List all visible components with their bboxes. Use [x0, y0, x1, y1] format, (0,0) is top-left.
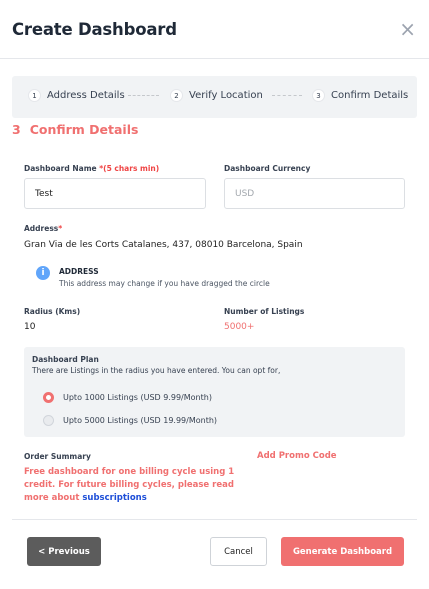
- generate-dashboard-button[interactable]: Generate Dashboard: [281, 537, 404, 566]
- address-label: Address*: [24, 224, 62, 233]
- step-verify-location: 2 Verify Location: [170, 89, 263, 102]
- radio-unselected-icon[interactable]: [43, 415, 54, 426]
- dashboard-name-label: Dashboard Name *(5 chars min): [24, 164, 159, 173]
- address-label-text: Address: [24, 224, 59, 233]
- plan-option-label: Upto 5000 Listings (USD 19.99/Month): [63, 416, 218, 425]
- step-label: Address Details: [47, 90, 125, 101]
- radius-label: Radius (Kms): [24, 307, 81, 316]
- order-summary-label: Order Summary: [24, 452, 91, 461]
- listings-value: 5000+: [224, 322, 255, 332]
- step-connector: [272, 95, 302, 96]
- step-number: 1: [28, 89, 41, 102]
- section-number: 3: [12, 122, 21, 137]
- dashboard-currency-input[interactable]: USD: [224, 178, 405, 209]
- dashboard-name-input[interactable]: Test: [24, 178, 206, 209]
- footer-divider: [12, 519, 417, 520]
- step-label: Confirm Details: [331, 90, 409, 101]
- modal-title: Create Dashboard: [12, 20, 177, 39]
- header-divider: [0, 58, 429, 59]
- required-marker: *: [58, 224, 63, 233]
- dashboard-plan-panel: Dashboard Plan There are Listings in the…: [24, 347, 405, 437]
- step-connector: [128, 95, 159, 96]
- info-title: ADDRESS: [59, 267, 99, 276]
- subscriptions-link[interactable]: subscriptions: [82, 493, 146, 503]
- cancel-button[interactable]: Cancel: [210, 537, 267, 566]
- stepper: 1 Address Details 2 Verify Location 3 Co…: [12, 76, 417, 118]
- plan-option-5000[interactable]: Upto 5000 Listings (USD 19.99/Month): [43, 415, 217, 426]
- plan-description: There are Listings in the radius you hav…: [32, 366, 281, 375]
- step-label: Verify Location: [189, 90, 263, 101]
- step-number: 3: [312, 89, 325, 102]
- previous-button[interactable]: < Previous: [27, 537, 101, 566]
- step-confirm-details: 3 Confirm Details: [312, 89, 408, 102]
- radio-selected-icon[interactable]: [43, 392, 54, 403]
- required-marker: *(5 chars min): [99, 164, 160, 173]
- info-icon: i: [36, 266, 50, 280]
- plan-option-1000[interactable]: Upto 1000 Listings (USD 9.99/Month): [43, 392, 212, 403]
- section-title-text: Confirm Details: [29, 122, 139, 137]
- step-address-details: 1 Address Details: [28, 89, 125, 102]
- radius-value: 10: [24, 322, 36, 332]
- address-value: Gran Via de les Corts Catalanes, 437, 08…: [24, 240, 303, 250]
- plan-title: Dashboard Plan: [32, 355, 99, 364]
- close-icon[interactable]: ×: [399, 19, 416, 39]
- section-title: 3 Confirm Details: [12, 122, 138, 137]
- listings-label: Number of Listings: [224, 307, 305, 316]
- info-text: This address may change if you have drag…: [59, 279, 270, 288]
- dashboard-currency-label: Dashboard Currency: [224, 164, 311, 173]
- free-dashboard-text: Free dashboard for one billing cycle usi…: [24, 466, 259, 505]
- create-dashboard-modal: Create Dashboard × 1 Address Details 2 V…: [0, 0, 429, 589]
- plan-option-label: Upto 1000 Listings (USD 9.99/Month): [63, 393, 212, 402]
- add-promo-code-link[interactable]: Add Promo Code: [257, 451, 337, 461]
- step-number: 2: [170, 89, 183, 102]
- dashboard-name-label-text: Dashboard Name: [24, 164, 97, 173]
